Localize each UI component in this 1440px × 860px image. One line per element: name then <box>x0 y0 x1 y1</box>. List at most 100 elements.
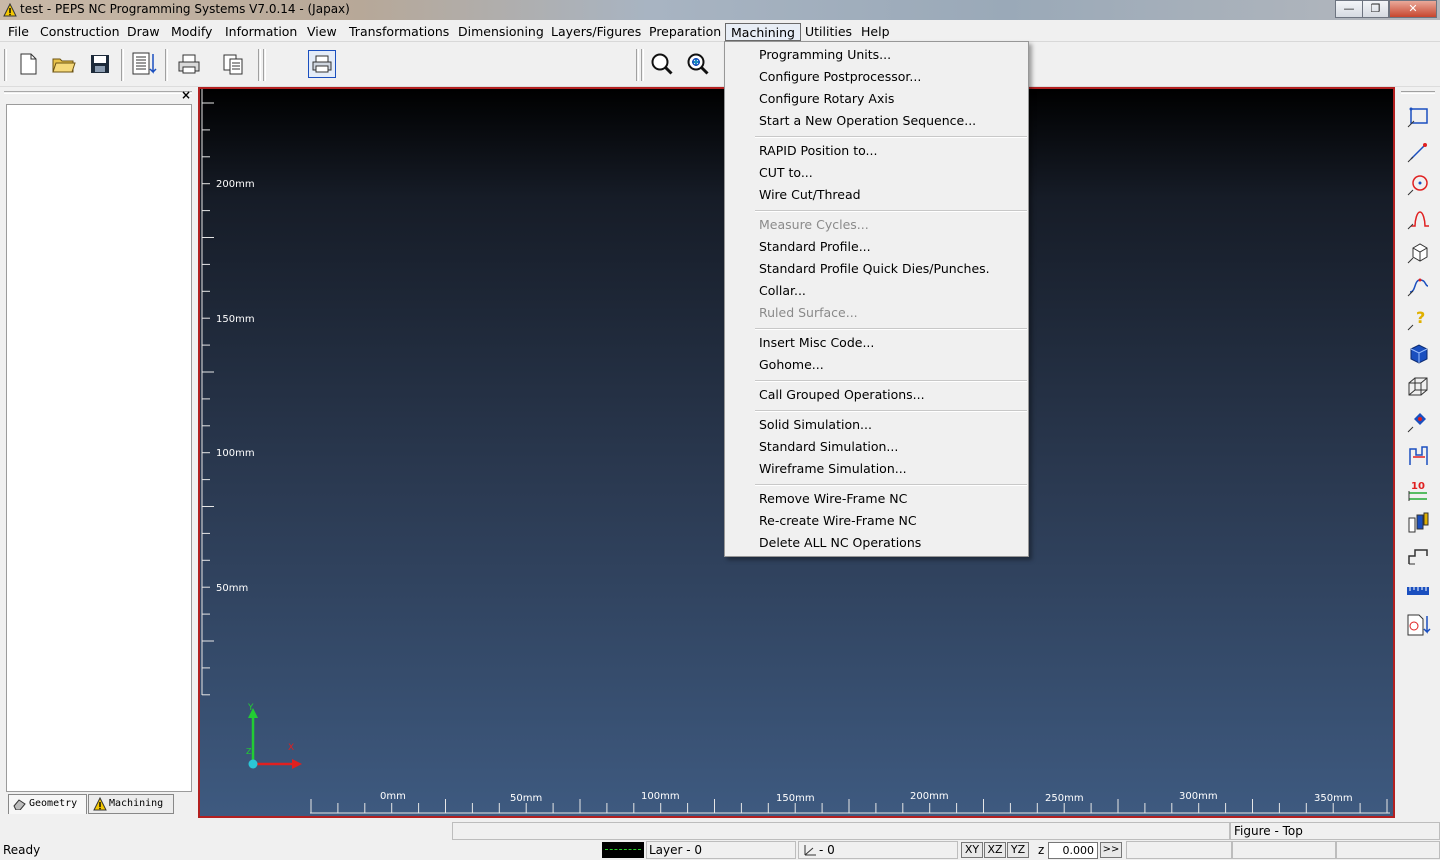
menu-view[interactable]: View <box>302 23 342 41</box>
zoom-icon[interactable] <box>648 50 676 78</box>
menu-preparation[interactable]: Preparation <box>644 23 726 41</box>
more-button[interactable]: >> <box>1100 842 1122 858</box>
minimize-button[interactable]: — <box>1335 0 1363 18</box>
toolbar-grip[interactable] <box>1401 91 1435 94</box>
new-file-icon[interactable] <box>14 50 42 78</box>
h-ruler-label: 250mm <box>1045 793 1084 804</box>
profile-steps-icon[interactable] <box>1401 441 1435 471</box>
toolbar-grip[interactable] <box>4 49 7 81</box>
menu-item-measure-cycles: Measure Cycles... <box>759 217 869 232</box>
menu-utilities[interactable]: Utilities <box>800 23 857 41</box>
menu-bar: File Construction Draw Modify Informatio… <box>0 21 1440 42</box>
z-value-input[interactable]: 0.000 <box>1048 842 1098 859</box>
menu-item-wire-cut-thread[interactable]: Wire Cut/Thread <box>759 184 861 206</box>
menu-item-call-grouped-operations[interactable]: Call Grouped Operations... <box>759 384 925 406</box>
rectangle-select-icon[interactable] <box>1401 103 1435 133</box>
menu-draw[interactable]: Draw <box>122 23 165 41</box>
copy-icon[interactable] <box>219 50 247 78</box>
menu-item-wireframe-simulation[interactable]: Wireframe Simulation... <box>759 458 907 480</box>
status-empty-box <box>1336 841 1440 859</box>
menu-item-standard-profile-quick-dies[interactable]: Standard Profile Quick Dies/Punches. <box>759 258 990 280</box>
wireframe-cube-icon[interactable] <box>1401 373 1435 403</box>
eraser-icon <box>13 799 26 810</box>
line-icon[interactable] <box>1401 137 1435 167</box>
menu-item-configure-rotary-axis[interactable]: Configure Rotary Axis <box>759 88 894 110</box>
tab-geometry-label: Geometry <box>29 798 78 809</box>
menu-item-recreate-wireframe-nc[interactable]: Re-create Wire-Frame NC <box>759 510 917 532</box>
menu-separator <box>755 484 1027 486</box>
plane-xy-button[interactable]: XY <box>961 842 983 858</box>
status-bar: Figure - Top Ready Layer - 0 - 0 XY XZ Y… <box>0 818 1440 860</box>
toolbar-separator <box>165 49 168 81</box>
menu-construction[interactable]: Construction <box>35 23 125 41</box>
zoom-fit-icon[interactable] <box>684 50 712 78</box>
v-ruler-label: 200mm <box>216 179 255 190</box>
transform-icon[interactable] <box>1401 407 1435 437</box>
layer-box[interactable]: Layer - 0 <box>646 841 796 859</box>
menu-item-configure-postprocessor[interactable]: Configure Postprocessor... <box>759 66 921 88</box>
plane-yz-button[interactable]: YZ <box>1007 842 1029 858</box>
status-ready: Ready <box>3 843 41 857</box>
print-icon[interactable] <box>175 50 203 78</box>
menu-item-standard-profile[interactable]: Standard Profile... <box>759 236 871 258</box>
axis-triad-icon <box>248 708 302 769</box>
menu-separator <box>755 136 1027 138</box>
window-title: test - PEPS NC Programming Systems V7.0.… <box>20 2 350 16</box>
panel-grip[interactable] <box>4 91 192 94</box>
menu-machining[interactable]: Machining <box>725 23 801 41</box>
close-button[interactable]: ✕ <box>1389 0 1437 18</box>
help-query-icon[interactable]: ? <box>1401 305 1435 335</box>
die-shape-icon[interactable] <box>1401 542 1435 572</box>
open-folder-icon[interactable] <box>50 50 78 78</box>
figure-view-text: Figure - Top <box>1234 824 1303 838</box>
h-ruler-label: 100mm <box>641 791 680 802</box>
menu-file[interactable]: File <box>3 23 34 41</box>
menu-layers-figures[interactable]: Layers/Figures <box>546 23 646 41</box>
axis-x-label: X <box>288 743 295 753</box>
menu-item-solid-simulation[interactable]: Solid Simulation... <box>759 414 872 436</box>
tab-geometry[interactable]: Geometry <box>8 794 87 814</box>
counter-10-icon[interactable]: 10 <box>1401 475 1435 505</box>
menu-dimensioning[interactable]: Dimensioning <box>453 23 549 41</box>
print-preview-icon[interactable] <box>308 50 336 78</box>
spline-icon[interactable] <box>1401 271 1435 301</box>
document-export-icon[interactable] <box>1401 610 1435 640</box>
tab-machining[interactable]: Machining <box>88 794 174 814</box>
panel-close-button[interactable]: × <box>181 88 191 102</box>
menu-item-insert-misc-code[interactable]: Insert Misc Code... <box>759 332 874 354</box>
menu-item-cut-to[interactable]: CUT to... <box>759 162 813 184</box>
geometry-tree[interactable] <box>6 104 192 792</box>
cube-icon[interactable] <box>1401 238 1435 268</box>
menu-information[interactable]: Information <box>220 23 302 41</box>
mode-box[interactable]: - 0 <box>798 841 958 859</box>
menu-item-programming-units[interactable]: Programming Units... <box>759 44 891 66</box>
menu-item-new-operation-sequence[interactable]: Start a New Operation Sequence... <box>759 110 976 132</box>
menu-item-rapid-position[interactable]: RAPID Position to... <box>759 140 877 162</box>
tool-stack-icon[interactable] <box>1401 508 1435 538</box>
document-list-icon[interactable] <box>130 50 158 78</box>
tab-machining-label: Machining <box>109 798 164 809</box>
menu-item-remove-wireframe-nc[interactable]: Remove Wire-Frame NC <box>759 488 907 510</box>
coordinate-icon <box>804 845 816 856</box>
toolbar-separator <box>636 49 639 81</box>
maximize-button[interactable]: ❐ <box>1362 0 1389 18</box>
v-ruler-label: 100mm <box>216 448 255 459</box>
circle-icon[interactable] <box>1401 170 1435 200</box>
machining-dropdown-menu: Programming Units... Configure Postproce… <box>724 41 1029 557</box>
svg-text:10: 10 <box>1411 481 1425 492</box>
ruler-icon[interactable] <box>1401 576 1435 606</box>
bell-shape-icon[interactable] <box>1401 204 1435 234</box>
solid-block-icon[interactable] <box>1401 339 1435 369</box>
menu-help[interactable]: Help <box>856 23 895 41</box>
menu-item-collar[interactable]: Collar... <box>759 280 806 302</box>
h-ruler-label: 0mm <box>380 791 406 802</box>
menu-transformations[interactable]: Transformations <box>344 23 454 41</box>
menu-separator <box>755 328 1027 330</box>
menu-item-gohome[interactable]: Gohome... <box>759 354 824 376</box>
menu-modify[interactable]: Modify <box>166 23 217 41</box>
menu-item-standard-simulation[interactable]: Standard Simulation... <box>759 436 898 458</box>
v-ruler-label: 50mm <box>216 583 249 594</box>
save-icon[interactable] <box>86 50 114 78</box>
plane-xz-button[interactable]: XZ <box>984 842 1006 858</box>
menu-item-delete-all-nc-operations[interactable]: Delete ALL NC Operations <box>759 532 921 554</box>
